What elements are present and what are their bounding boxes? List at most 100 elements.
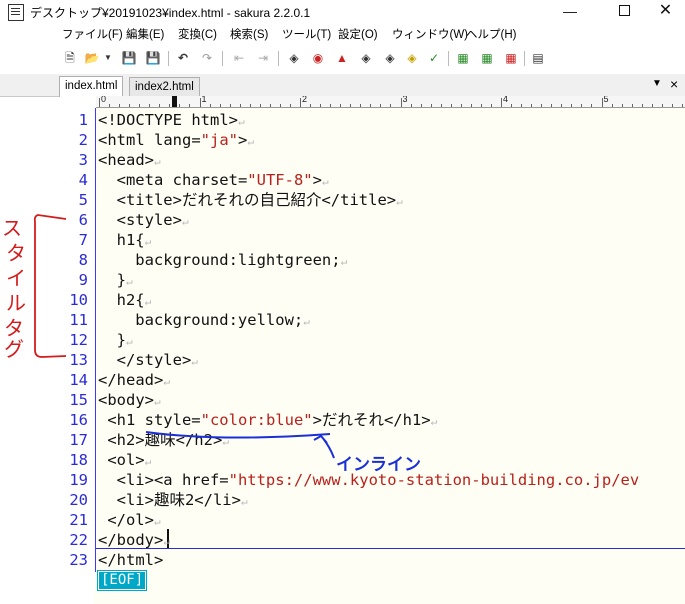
new-file-icon[interactable]: 🗎 [62,50,78,66]
ruler-tick [380,104,382,107]
code-line: <meta charset="UTF-8">↵ [98,170,329,190]
code-string: "ja" [200,131,238,149]
code-text: </ol> [107,511,154,529]
code-line: <li><a href="https://www.kyoto-station-b… [98,470,640,490]
code-line: <h2>趣味</h2>↵ [98,430,229,450]
ruler-tick [671,104,673,107]
menu-settings[interactable]: 設定(O) [338,27,378,44]
eof-marker: [EOF] [96,570,148,591]
settings-icon[interactable]: ▤ [530,50,546,66]
forward-icon[interactable]: ⇥ [255,50,271,66]
ruler-tick [561,104,563,107]
code-text: background:lightgreen; [135,251,341,269]
line-number: 20 [69,491,88,509]
ruler-tick [149,104,151,107]
toolbar-separator [168,51,169,66]
grep-icon[interactable]: ✓ [426,50,442,66]
toolbar-separator [524,51,525,66]
ruler-tick [169,104,171,107]
ruler-tick [420,104,422,107]
save-icon[interactable]: 💾 [121,50,137,66]
newline-mark-icon: ↵ [154,395,161,408]
search-down-icon[interactable]: ◈ [358,50,374,66]
search-up-icon[interactable]: ▲ [334,50,350,66]
line-number: 8 [78,251,88,269]
code-text: </style> [116,351,192,369]
code-text: >だれそれ</h1> [312,411,431,429]
save-all-icon[interactable]: 💾 [145,50,161,66]
redo-icon[interactable]: ↷ [199,50,215,66]
newline-mark-icon: ↵ [144,295,152,308]
search-highlight-icon[interactable]: ◈ [404,50,420,66]
line-number: 7 [78,231,88,249]
ruler-tick [591,104,593,107]
line-number: 10 [69,291,88,309]
close-tab-icon[interactable]: × [670,76,678,92]
tab-list-dropdown-icon[interactable]: ▼ [652,78,662,89]
menu-file[interactable]: ファイル(F) [62,27,123,44]
dropdown-arrow-icon[interactable]: ▼ [103,50,113,66]
compare-icon[interactable]: ▦ [479,50,495,66]
ruler-tick [129,104,131,107]
code-line: <style>↵ [98,210,189,230]
newline-mark-icon: ↵ [154,155,161,168]
menu-convert[interactable]: 変換(C) [178,27,217,44]
search-prev-icon[interactable]: ◈ [286,50,302,66]
back-icon[interactable]: ⇤ [231,50,247,66]
ruler-tick [661,104,663,107]
code-line: <html lang="ja">↵ [98,130,254,150]
minimize-button[interactable]: — [547,0,593,24]
ruler-tick [370,104,372,107]
window-title: デスクトップ¥20191023¥index.html - sakura 2.2.… [30,6,311,20]
line-number: 18 [69,451,88,469]
close-button[interactable]: ✕ [646,0,685,24]
ruler-tick [450,104,452,107]
ruler-tick [651,104,653,107]
maximize-button[interactable] [601,0,647,24]
undo-icon[interactable]: ↶ [175,50,191,66]
newline-mark-icon: ↵ [153,515,161,528]
line-number: 12 [69,331,88,349]
menu-window[interactable]: ウィンドウ(W) [392,27,468,44]
menu-search[interactable]: 検索(S) [230,27,268,44]
ruler-tick [269,104,271,107]
menu-tools[interactable]: ツール(T) [282,27,331,44]
ruler-tick [460,104,462,107]
open-folder-icon[interactable]: 📂 [84,50,100,66]
newline-mark-icon: ↵ [303,315,310,328]
newline-mark-icon: ↵ [430,415,438,428]
ruler-tick [511,104,513,107]
maximize-icon [618,5,630,16]
search-clear-icon[interactable]: ◈ [382,50,398,66]
editor-area[interactable]: [EOF] 1 2 3 4 5 6 7 8 9 10 11 12 13 14 15 16 17 18 19 20 21 2… [0,108,685,604]
line-number: 14 [69,371,88,389]
line-number: 21 [69,511,88,529]
newline-mark-icon: ↵ [163,375,170,388]
menu-edit[interactable]: 編集(E) [126,27,164,44]
search-mark-icon[interactable]: ◉ [310,50,326,66]
code-line: <li>趣味2</li>↵ [98,490,248,510]
code-text: background:yellow; [135,311,304,329]
line-number: 1 [78,111,88,129]
ruler-label: 1 [201,96,207,104]
toolbar: 🗎 📂 ▼ 💾 💾 ↶ ↷ ⇤ ⇥ ◈ ◉ ▲ ◈ ◈ ◈ ✓ ▦ ▦ ▦ ▤ [0,47,685,71]
ruler-tick [350,104,352,107]
ruler-tick [470,104,472,107]
tag-jump-icon[interactable]: ▦ [503,50,519,66]
ruler-tick [179,104,181,107]
ruler-label: 5 [603,96,609,104]
tab-index-html[interactable]: index.html [59,76,124,97]
ruler-tick [480,104,482,107]
menu-help[interactable]: ヘルプ(H) [466,27,516,44]
newline-mark-icon: ↵ [237,115,245,128]
ruler-tick [139,104,141,107]
line-number: 23 [69,551,88,569]
tab-index2-html[interactable]: index2.html [129,77,200,97]
newline-mark-icon: ↵ [191,355,198,368]
newline-mark-icon: ↵ [247,135,254,148]
code-text: h2{ [116,291,145,309]
outline-icon[interactable]: ▦ [455,50,471,66]
code-line: }↵ [98,270,133,290]
ruler-cursor-marker [172,96,177,107]
code-text: <meta charset= [116,171,248,189]
